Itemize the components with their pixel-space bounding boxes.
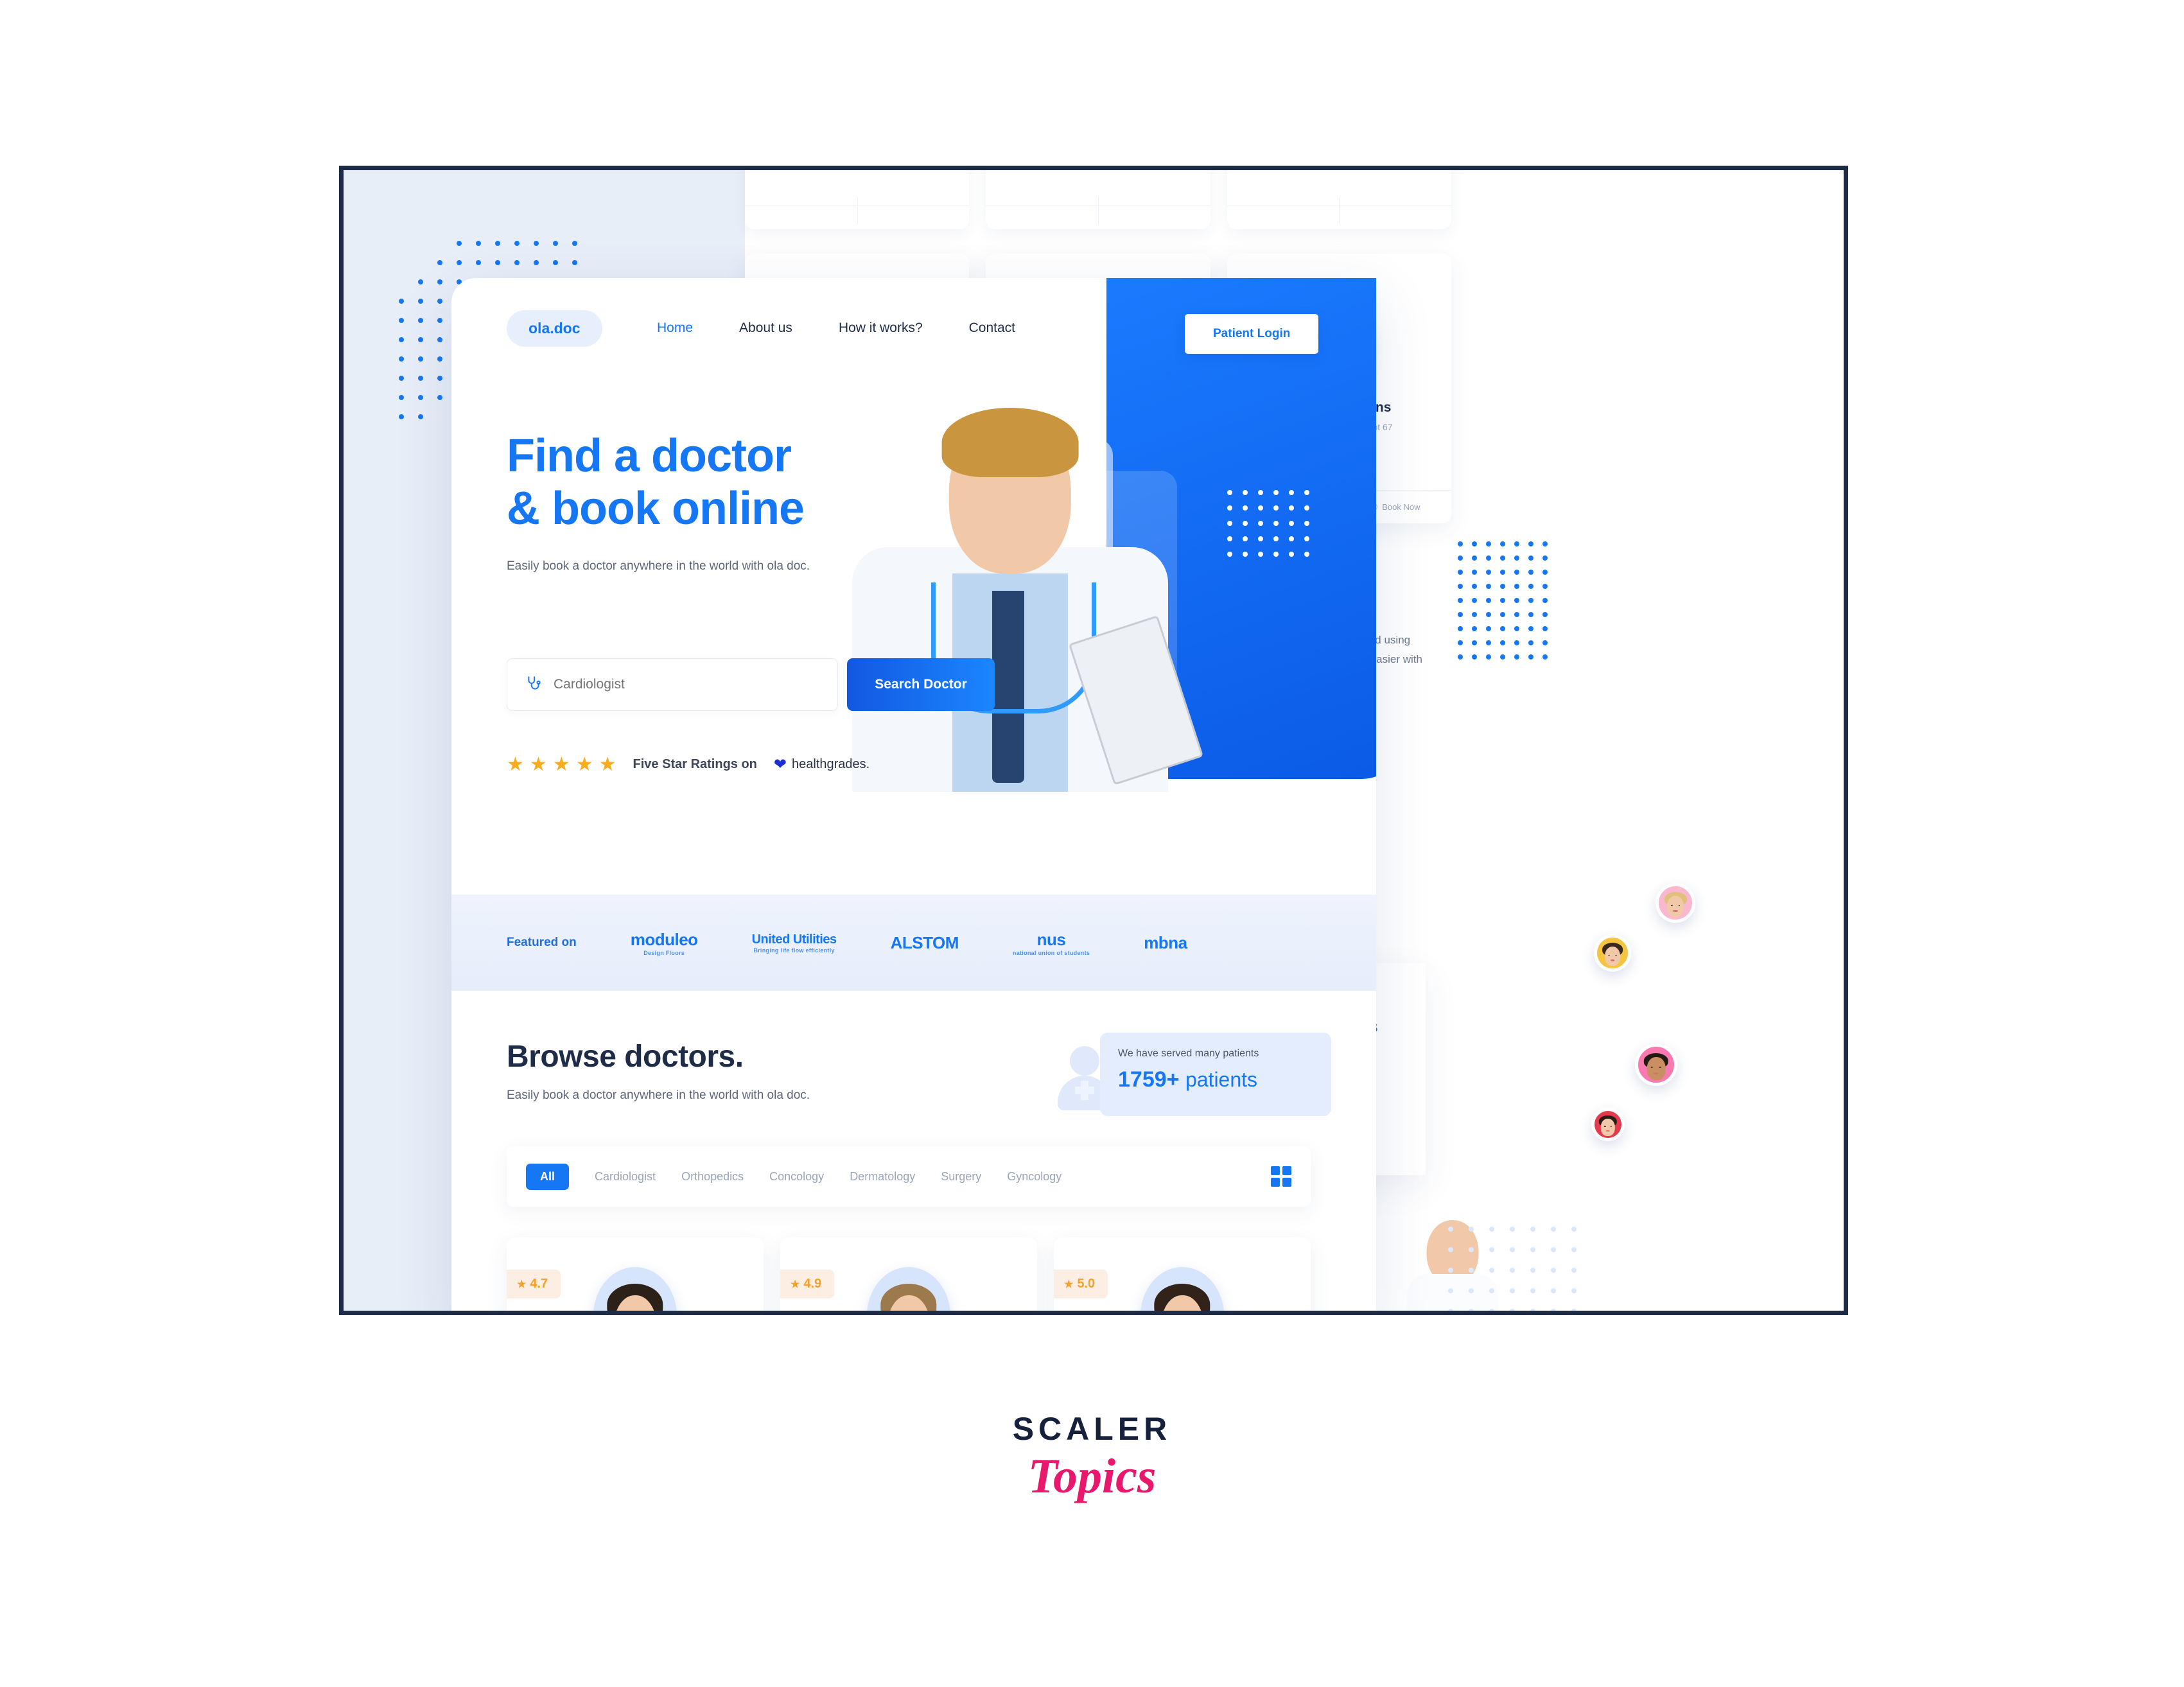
patients-served-card: We have served many patients 1759+ patie… (1100, 1033, 1331, 1116)
main-navigation: Home About us How it works? Contact (657, 320, 1015, 336)
hero-search-row: Search Doctor (507, 658, 995, 711)
browse-title: Browse doctors. (507, 1040, 744, 1074)
dot-pattern-decoration (1227, 490, 1310, 557)
search-doctor-button[interactable]: Search Doctor (847, 658, 995, 711)
face-illustration (1644, 1053, 1668, 1083)
star-icon: ★ (575, 754, 593, 775)
filter-chip-gyncology[interactable]: Gyncology (1007, 1170, 1061, 1184)
background-card-partial (1227, 170, 1452, 229)
search-field-wrapper[interactable] (507, 658, 838, 711)
dot-pattern-decoration (1448, 1227, 1579, 1311)
rating-label: Five Star Ratings on (633, 757, 757, 771)
nav-item-contact[interactable]: Contact (969, 320, 1015, 336)
star-icon: ★ (517, 1279, 527, 1290)
rating-badge: ★ 4.9 (780, 1270, 835, 1298)
star-icon: ★ (529, 754, 547, 775)
logo[interactable]: ola.doc (507, 310, 602, 347)
doctor-card[interactable]: ★ 4.7 (507, 1237, 764, 1311)
patients-count: 1759+ (1118, 1067, 1180, 1092)
featured-label: Featured on (507, 936, 577, 949)
partner-logo-alstom: ALSTOM (890, 932, 959, 952)
patients-caption: We have served many patients (1118, 1048, 1259, 1059)
hero-rating-row: ★ ★ ★ ★ ★ Five Star Ratings on ❤ healthgra… (507, 753, 869, 776)
scaler-topics-watermark: SCALER Topics (0, 1410, 2184, 1505)
doctor-card[interactable]: ★ 4.9 (780, 1237, 1037, 1311)
rating-value: 5.0 (1077, 1277, 1096, 1291)
hero-title: Find a doctor & book online (507, 430, 995, 535)
rating-badge: ★ 5.0 (1054, 1270, 1108, 1298)
screenshot-frame: ★ 4.7 ▤Availability ✆Book N (339, 166, 1848, 1315)
patients-count-row: 1759+ patients (1118, 1067, 1313, 1092)
star-rating: ★ ★ ★ ★ ★ (507, 753, 616, 776)
background-card-partial (986, 170, 1210, 229)
hero-title-line1: Find a doctor (507, 430, 792, 482)
featured-on-bar: Featured on moduleo Design Floors United … (451, 895, 1376, 991)
browse-doctors-section: Browse doctors. Easily book a doctor any… (507, 1039, 810, 1103)
partner-logo-moduleo: moduleo Design Floors (630, 929, 698, 956)
doctor-card-grid: ★ 4.7 ★ 4.9 ★ 5.0 (507, 1237, 1311, 1311)
foreground-landing-page: ola.doc Home About us How it works? Cont… (451, 278, 1376, 1311)
partner-logo-nus: nus national union of students (1012, 929, 1090, 956)
nav-item-home[interactable]: Home (657, 320, 693, 336)
heart-icon: ❤ (773, 756, 787, 773)
star-icon: ★ (507, 754, 524, 775)
patients-word: patients (1185, 1068, 1258, 1091)
nav-item-how-it-works[interactable]: How it works? (839, 320, 923, 336)
doctor-card[interactable]: ★ 5.0 (1054, 1237, 1311, 1311)
face-illustration (1602, 943, 1623, 968)
topics-wordmark: Topics (1027, 1449, 1157, 1503)
browse-subtitle: Easily book a doctor anywhere in the wor… (507, 1088, 810, 1102)
grid-view-icon[interactable] (1271, 1166, 1291, 1187)
hero-title-line2: & book online (507, 483, 805, 535)
specialty-filter-bar: All Cardiologist Orthopedics Concology D… (507, 1146, 1311, 1207)
patient-login-button[interactable]: Patient Login (1185, 314, 1319, 354)
star-icon: ★ (791, 1279, 800, 1290)
scaler-wordmark: SCALER (1012, 1411, 1172, 1447)
face-illustration (1664, 891, 1687, 920)
dot-pattern-decoration (1458, 541, 1548, 660)
floating-avatar (1655, 883, 1695, 923)
face-illustration (607, 1284, 663, 1311)
star-icon: ★ (552, 754, 570, 775)
rating-badge: ★ 4.7 (507, 1270, 561, 1298)
filter-chip-dermatology[interactable]: Dermatology (850, 1170, 915, 1184)
background-card-partial (745, 170, 970, 229)
partner-logo-united-utilities: United Utilities Bringing life flow effic… (751, 932, 837, 954)
search-input[interactable] (554, 677, 819, 692)
healthgrades-label: healthgrades. (792, 757, 870, 771)
filter-chip-all[interactable]: All (526, 1163, 570, 1190)
rating-value: 4.7 (530, 1277, 548, 1291)
background-card-row-top (745, 170, 1452, 229)
face-illustration (880, 1284, 937, 1311)
floating-avatar (1635, 1044, 1677, 1086)
nav-item-about-us[interactable]: About us (739, 320, 792, 336)
hero-subtitle: Easily book a doctor anywhere in the wor… (507, 559, 810, 573)
hero-section: Find a doctor & book online Easily book … (507, 430, 995, 573)
face-illustration (1154, 1284, 1210, 1311)
partner-logo-mbna: mbna (1144, 932, 1187, 952)
filter-chip-cardiologist[interactable]: Cardiologist (595, 1170, 656, 1184)
floating-avatar (1591, 1108, 1625, 1141)
healthgrades-logo: ❤ healthgrades. (774, 755, 869, 774)
filter-chip-orthopedics[interactable]: Orthopedics (681, 1170, 744, 1184)
avatar (593, 1267, 677, 1311)
site-header: ola.doc Home About us How it works? Cont… (451, 278, 1376, 374)
stethoscope-icon (525, 675, 542, 695)
screenshot-canvas: ★ 4.7 ▤Availability ✆Book N (0, 0, 2184, 1687)
star-icon: ★ (598, 754, 616, 775)
star-icon: ★ (1064, 1279, 1074, 1290)
avatar (867, 1267, 950, 1311)
rating-value: 4.9 (803, 1277, 822, 1291)
filter-chip-surgery[interactable]: Surgery (941, 1170, 981, 1184)
avatar (1140, 1267, 1224, 1311)
floating-avatar (1594, 934, 1631, 972)
face-illustration (1598, 1115, 1618, 1138)
filter-chip-concology[interactable]: Concology (769, 1170, 824, 1184)
